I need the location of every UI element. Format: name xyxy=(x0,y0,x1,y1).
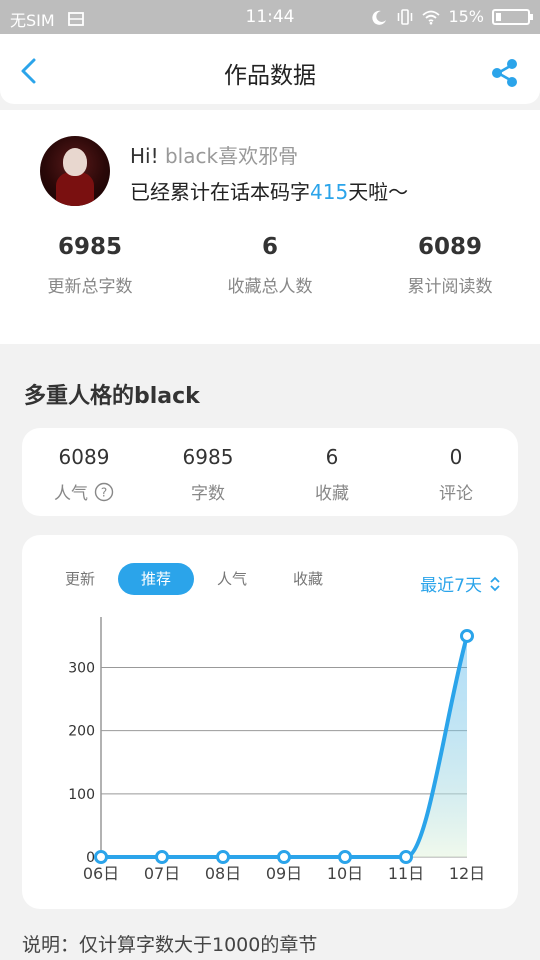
stat-value: 6089 xyxy=(417,234,482,260)
avatar-figure-body xyxy=(56,172,94,206)
stat-label: 累计阅读数 xyxy=(407,277,493,297)
stat-value: 6985 xyxy=(57,234,122,260)
up-down-chevron-icon xyxy=(490,576,500,591)
stat-value: 6 xyxy=(261,234,278,260)
status-bar: 无SIM 11:44 15% xyxy=(0,0,540,34)
days-suffix: 天啦～ xyxy=(348,180,409,204)
top-nav-bar: 作品数据 xyxy=(0,34,540,104)
data-point xyxy=(277,850,291,864)
days-prefix: 已经累计在话本码字 xyxy=(130,180,310,204)
x-tick-label: 06日 xyxy=(83,864,119,883)
stat-value: 6089 xyxy=(58,445,110,469)
x-tick-label: 12日 xyxy=(449,864,485,883)
days-count: 415 xyxy=(310,180,349,204)
stat-label: 更新总字数 xyxy=(47,277,133,297)
trend-chart-card: 0 100 200 300 06日 07日 08日 09日 10日 11日 12日 更新 推荐 人气… xyxy=(22,535,518,909)
x-tick-label: 07日 xyxy=(144,864,180,883)
y-tick-label: 300 xyxy=(68,661,95,677)
greeting-line: Hi! black喜欢邪骨 xyxy=(130,140,298,169)
stat-value: 6985 xyxy=(182,445,234,469)
vibrate-icon xyxy=(398,8,413,25)
battery-percent: 15% xyxy=(448,7,484,26)
wifi-icon xyxy=(422,10,441,24)
work-title: 多重人格的black xyxy=(24,384,200,409)
author-name: black喜欢邪骨 xyxy=(164,144,299,168)
help-question-icon[interactable]: ? xyxy=(94,482,114,502)
tab-popularity[interactable]: 人气 xyxy=(194,563,270,595)
stat-label: 收藏总人数 xyxy=(227,277,313,297)
footnote: 说明：仅计算字数大于1000的章节 xyxy=(22,934,318,956)
page-title: 作品数据 xyxy=(224,63,316,89)
data-point xyxy=(216,850,230,864)
avatar[interactable] xyxy=(40,136,110,206)
series-line xyxy=(101,635,469,859)
x-tick-label: 11日 xyxy=(388,864,424,883)
series-area xyxy=(101,635,467,857)
greeting-hi: Hi! xyxy=(130,144,159,168)
stat-label-row: 人气 ? xyxy=(22,479,146,504)
battery-level xyxy=(496,12,501,21)
data-point xyxy=(399,850,413,864)
tab-recommend[interactable]: 推荐 xyxy=(118,563,194,595)
stat-value: 6 xyxy=(325,445,339,469)
moon-icon xyxy=(372,10,387,25)
stat-value: 0 xyxy=(449,445,463,469)
x-tick-label: 09日 xyxy=(266,864,302,883)
author-stats: 6985 更新总字数 6 收藏总人数 6089 累计阅读数 xyxy=(0,234,540,297)
author-profile-card: Hi! black喜欢邪骨 已经累计在话本码字415天啦～ 6985 更新总字数… xyxy=(0,110,540,344)
share-icon[interactable] xyxy=(490,58,520,88)
avatar-figure-face xyxy=(63,148,87,176)
work-stats-card: 6089 人气 ? 6985 字数 6 收藏 0 评论 xyxy=(22,428,518,516)
data-point xyxy=(338,850,352,864)
x-tick-label: 10日 xyxy=(327,864,363,883)
stat-popularity: 6089 人气 ? xyxy=(22,428,146,516)
writing-days-line: 已经累计在话本码字415天啦～ xyxy=(130,176,408,205)
battery-icon xyxy=(492,8,533,25)
y-tick-label: 100 xyxy=(68,787,95,803)
stat-word-count: 6985 字数 xyxy=(146,428,270,516)
x-tick-label: 08日 xyxy=(205,864,241,883)
period-label: 最近7天 xyxy=(420,576,482,596)
metric-tabs: 更新 推荐 人气 收藏 xyxy=(42,563,346,595)
period-selector[interactable]: 最近7天 xyxy=(420,571,502,596)
stat-total-reads: 6089 累计阅读数 xyxy=(360,234,540,297)
stat-label: 字数 xyxy=(191,484,225,504)
stat-favorites: 6 收藏 xyxy=(270,428,394,516)
stat-label: 评论 xyxy=(439,484,473,504)
y-tick-label: 200 xyxy=(68,724,95,740)
data-point xyxy=(460,628,474,643)
svg-text:?: ? xyxy=(101,485,107,499)
tab-favorites[interactable]: 收藏 xyxy=(270,563,346,595)
data-point xyxy=(94,850,108,864)
stat-comments: 0 评论 xyxy=(394,428,518,516)
stat-total-words: 6985 更新总字数 xyxy=(0,234,180,297)
tab-update[interactable]: 更新 xyxy=(42,563,118,595)
stat-label: 人气 xyxy=(54,484,88,504)
data-point xyxy=(155,850,169,864)
stat-label: 收藏 xyxy=(315,484,349,504)
stat-total-favorites: 6 收藏总人数 xyxy=(180,234,360,297)
